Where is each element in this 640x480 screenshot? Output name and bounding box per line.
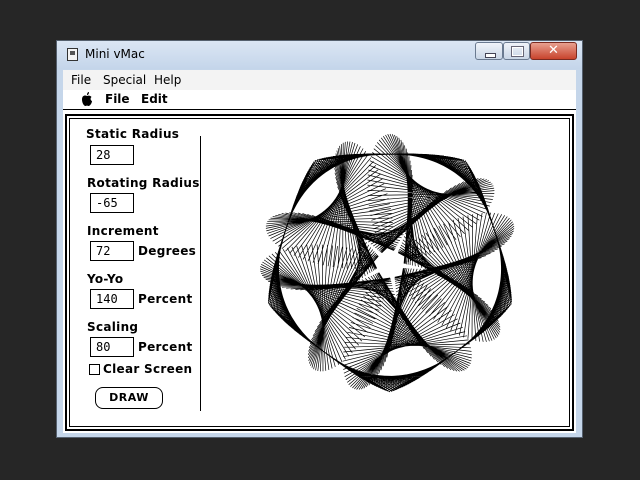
yoyo-field[interactable]: 140 [90, 289, 134, 309]
mac-menu-bar: File Edit [63, 90, 576, 110]
mac-app-icon[interactable] [67, 48, 78, 61]
increment-label: Increment [87, 224, 159, 238]
draw-button[interactable]: DRAW [95, 387, 163, 409]
scaling-label: Scaling [87, 320, 139, 334]
close-button[interactable]: ✕ [530, 42, 577, 60]
mac-menu-edit[interactable]: Edit [141, 92, 168, 106]
rotating-radius-label: Rotating Radius [87, 176, 200, 190]
emulator-window: Mini vMac ✕ File Special Help File Edit … [56, 40, 583, 438]
spirograph-lines [259, 133, 515, 393]
close-icon: ✕ [548, 43, 559, 58]
increment-unit: Degrees [138, 244, 197, 258]
host-menu-help[interactable]: Help [154, 73, 181, 87]
title-bar[interactable]: Mini vMac ✕ [57, 41, 582, 69]
maximize-button[interactable] [503, 42, 530, 60]
spirograph-window-content: Static Radius 28 Rotating Radius -65 Inc… [69, 118, 570, 427]
host-menu-file[interactable]: File [71, 73, 91, 87]
spirograph-drawing [259, 133, 515, 393]
clear-screen-label[interactable]: Clear Screen [103, 362, 192, 376]
static-radius-field[interactable]: 28 [90, 145, 134, 165]
host-menu-bar: File Special Help [63, 70, 576, 91]
spirograph-window: Static Radius 28 Rotating Radius -65 Inc… [65, 114, 574, 431]
rotating-radius-field[interactable]: -65 [90, 193, 134, 213]
window-title: Mini vMac [85, 47, 145, 61]
mac-screen: File Edit Static Radius 28 Rotating Radi… [63, 90, 576, 433]
clear-screen-checkbox[interactable] [89, 364, 100, 375]
host-menu-special[interactable]: Special [103, 73, 146, 87]
yoyo-label: Yo-Yo [87, 272, 124, 286]
apple-icon[interactable] [80, 91, 94, 107]
scaling-unit: Percent [138, 340, 193, 354]
mac-menu-file[interactable]: File [105, 92, 130, 106]
increment-field[interactable]: 72 [90, 241, 134, 261]
static-radius-label: Static Radius [86, 127, 180, 141]
panel-divider [200, 136, 201, 411]
scaling-field[interactable]: 80 [90, 337, 134, 357]
yoyo-unit: Percent [138, 292, 193, 306]
minimize-button[interactable] [475, 42, 503, 60]
